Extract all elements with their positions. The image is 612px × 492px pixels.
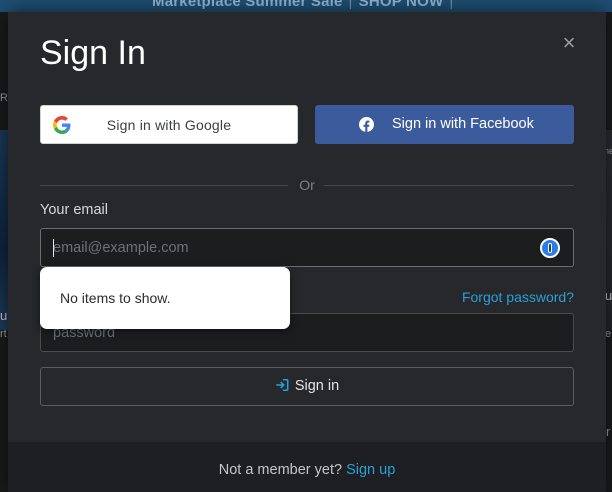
not-a-member-text: Not a member yet?	[218, 462, 343, 478]
sign-in-with-google-button[interactable]: Sign in with Google	[40, 105, 298, 144]
email-label: Your email	[40, 202, 108, 218]
footer-text: Not a member yet? Sign up	[8, 462, 606, 478]
password-manager-icon[interactable]	[540, 238, 560, 258]
sign-in-modal: Sign In × Sign in with Google Sign in wi…	[8, 12, 606, 492]
promo-text: Marketplace Summer Sale	[152, 0, 343, 10]
email-field-container	[40, 228, 574, 267]
autofill-empty-message: No items to show.	[60, 290, 171, 306]
google-button-label: Sign in with Google	[106, 116, 232, 133]
forgot-password-link[interactable]: Forgot password?	[462, 289, 574, 305]
background-text-fragment: rt	[0, 328, 7, 340]
facebook-icon	[359, 117, 374, 132]
sign-in-button-content: Sign in	[41, 378, 573, 394]
background-text-fragment: r	[606, 424, 611, 439]
promo-banner-text: Marketplace Summer Sale | SHOP NOW |	[152, 0, 459, 10]
sign-in-button[interactable]: Sign in	[40, 367, 574, 406]
facebook-button-label: Sign in with Facebook	[392, 116, 534, 132]
sign-up-link[interactable]: Sign up	[346, 462, 395, 478]
autofill-dropdown: No items to show.	[40, 267, 290, 329]
divider-line-right	[324, 185, 574, 186]
promo-banner[interactable]: Marketplace Summer Sale | SHOP NOW |	[0, 0, 612, 12]
divider-line-left	[40, 185, 288, 186]
shop-now-link[interactable]: SHOP NOW	[359, 0, 444, 10]
close-icon[interactable]: ×	[559, 32, 579, 54]
background-text-fragment: u	[0, 308, 8, 323]
modal-title: Sign In	[40, 34, 146, 72]
sign-in-button-label: Sign in	[294, 378, 340, 394]
background-text-fragment: u	[605, 288, 612, 303]
email-field[interactable]	[53, 229, 493, 266]
background-card-left	[0, 130, 8, 330]
text-caret	[53, 239, 54, 257]
sign-in-arrow-icon	[276, 378, 289, 392]
modal-footer: Not a member yet? Sign up	[8, 442, 606, 492]
or-divider-text: Or	[299, 177, 315, 193]
sign-in-with-facebook-button[interactable]: Sign in with Facebook	[315, 105, 574, 144]
